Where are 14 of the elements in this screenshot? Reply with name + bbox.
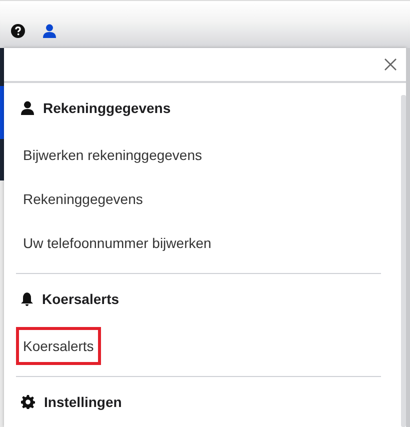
user-icon[interactable] <box>43 24 56 38</box>
section-heading: Instellingen <box>44 394 122 410</box>
menu-link[interactable]: Koersalerts <box>16 327 101 365</box>
bell-icon <box>21 292 33 306</box>
section-heading: Rekeninggegevens <box>43 100 171 116</box>
close-icon[interactable] <box>384 58 397 71</box>
help-icon[interactable] <box>11 24 25 38</box>
menu-link[interactable]: Rekeninggegevens <box>16 180 150 218</box>
scrollbar[interactable] <box>401 95 406 427</box>
menu-link[interactable]: Bijwerken rekeninggegevens <box>16 136 209 174</box>
section-heading: Koersalerts <box>42 291 120 307</box>
menu-link[interactable]: Uw telefoonnummer bijwerken <box>16 224 218 262</box>
person-icon <box>21 101 34 115</box>
settings-icon <box>21 395 35 409</box>
